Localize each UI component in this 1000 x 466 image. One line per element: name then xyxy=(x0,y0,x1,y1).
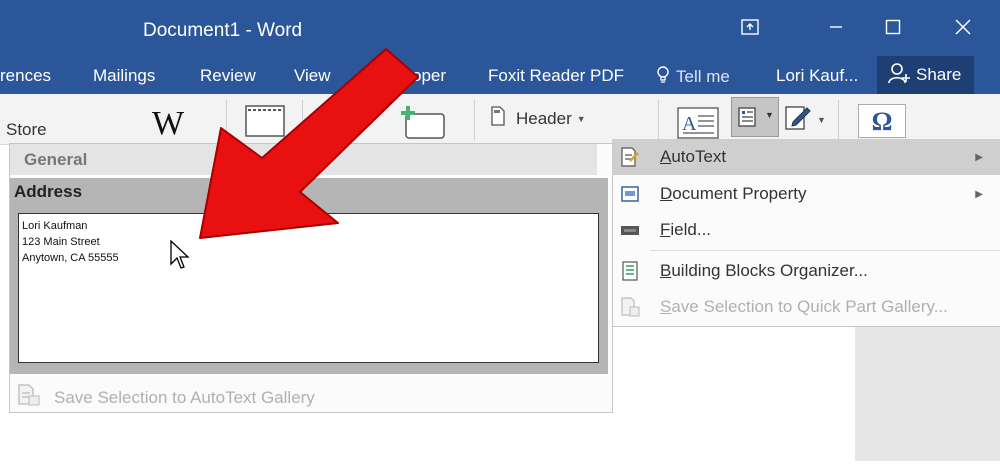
pen-signature-icon xyxy=(785,104,811,135)
preview-line: 123 Main Street xyxy=(22,236,100,248)
menu-item-label: Save Selection to Quick Part Gallery... xyxy=(660,297,948,316)
tab-developer[interactable]: oper xyxy=(412,66,446,86)
menu-item-building-blocks-organizer[interactable]: Building Blocks Organizer... xyxy=(612,253,1000,289)
tab-references[interactable]: rences xyxy=(0,66,51,86)
ribbon-separator xyxy=(838,100,839,140)
tell-me-box[interactable]: Tell me xyxy=(656,66,730,89)
menu-separator xyxy=(650,250,1000,251)
menu-item-label: AutoText xyxy=(660,147,727,166)
chevron-down-icon: ▼ xyxy=(576,113,586,124)
tell-me-label: Tell me xyxy=(676,67,730,86)
minimize-icon[interactable] xyxy=(816,12,856,42)
user-account[interactable]: Lori Kauf... xyxy=(776,66,858,86)
autotext-entry-preview[interactable]: Lori Kaufman 123 Main Street Anytown, CA… xyxy=(18,213,599,363)
lightbulb-icon xyxy=(656,66,670,89)
document-property-icon xyxy=(620,184,640,204)
share-button[interactable]: Share xyxy=(877,56,974,94)
document-page xyxy=(612,326,855,461)
omega-icon: Ω xyxy=(871,107,893,136)
page-header-icon xyxy=(490,106,506,131)
field-icon xyxy=(620,220,640,240)
ribbon-separator xyxy=(226,100,227,140)
tab-view[interactable]: View xyxy=(294,66,331,86)
menu-item-label: Field... xyxy=(660,220,712,239)
tab-review[interactable]: Review xyxy=(200,66,256,86)
mouse-cursor-icon xyxy=(170,239,190,275)
menu-item-document-property[interactable]: Document Property ▶ xyxy=(612,176,1000,212)
svg-text:A: A xyxy=(682,113,697,135)
close-icon[interactable] xyxy=(943,12,983,42)
autotext-entry-title[interactable]: Address xyxy=(10,178,608,206)
ribbon-separator xyxy=(658,100,659,140)
document-margin xyxy=(855,326,1000,461)
save-selection-autotext[interactable]: Save Selection to AutoText Gallery xyxy=(16,384,315,411)
ribbon-display-options-icon[interactable] xyxy=(730,12,770,42)
preview-line: Anytown, CA 55555 xyxy=(22,252,119,264)
maximize-icon[interactable] xyxy=(873,12,913,42)
quick-parts-button[interactable]: ▼ xyxy=(731,97,779,137)
signature-line-button[interactable]: ▼ xyxy=(785,104,826,135)
window-title: Document1 - Word xyxy=(143,20,303,41)
wikipedia-icon[interactable]: W xyxy=(152,105,184,143)
menu-item-field[interactable]: Field... xyxy=(612,212,1000,248)
header-button[interactable]: Header ▼ xyxy=(490,106,586,131)
tab-foxit-reader-pdf[interactable]: Foxit Reader PDF xyxy=(488,66,624,86)
chevron-down-icon: ▼ xyxy=(817,114,826,125)
share-label: Share xyxy=(916,65,962,84)
menu-item-save-to-quick-part-gallery[interactable]: Save Selection to Quick Part Gallery... xyxy=(612,289,1000,325)
comment-add-icon[interactable] xyxy=(396,104,448,145)
store-button[interactable]: Store xyxy=(6,120,47,140)
menu-item-autotext[interactable]: AutoText ▶ xyxy=(612,139,1000,175)
chevron-down-icon: ▼ xyxy=(765,110,774,120)
building-blocks-icon xyxy=(620,261,640,281)
gallery-group-header: General xyxy=(10,144,597,175)
quick-parts-icon xyxy=(738,107,756,132)
ribbon-separator xyxy=(302,100,303,140)
online-video-icon[interactable] xyxy=(244,104,286,143)
header-label: Header xyxy=(516,108,572,128)
save-autotext-label: Save Selection to AutoText Gallery xyxy=(54,387,315,407)
submenu-arrow-icon: ▶ xyxy=(975,188,983,200)
ribbon-separator xyxy=(474,100,475,140)
submenu-arrow-icon: ▶ xyxy=(975,151,983,163)
person-add-icon xyxy=(888,62,910,89)
autotext-icon xyxy=(620,147,640,167)
tab-mailings[interactable]: Mailings xyxy=(93,66,155,86)
preview-line: Lori Kaufman xyxy=(22,220,88,232)
save-quickpart-icon xyxy=(620,297,640,317)
save-autotext-icon xyxy=(16,384,40,411)
menu-item-label: Building Blocks Organizer... xyxy=(660,261,868,280)
menu-item-label: Document Property xyxy=(660,184,807,203)
symbol-button[interactable]: Ω xyxy=(858,104,906,138)
